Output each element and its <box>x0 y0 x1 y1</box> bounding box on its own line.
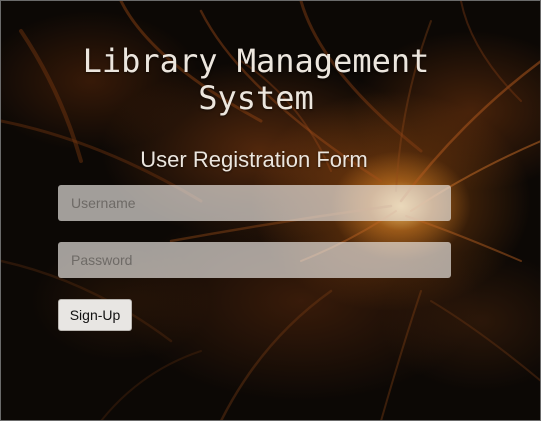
app-title-line-2: System <box>198 79 314 117</box>
form-title: User Registration Form <box>140 147 368 172</box>
app-title: Library Management System <box>1 43 511 117</box>
password-input[interactable] <box>58 242 451 278</box>
username-input[interactable] <box>58 185 451 221</box>
app-title-line-1: Library Management <box>82 42 430 80</box>
sign-up-button[interactable]: Sign-Up <box>58 299 132 331</box>
background-photo: Library Management System User Registrat… <box>0 0 541 421</box>
